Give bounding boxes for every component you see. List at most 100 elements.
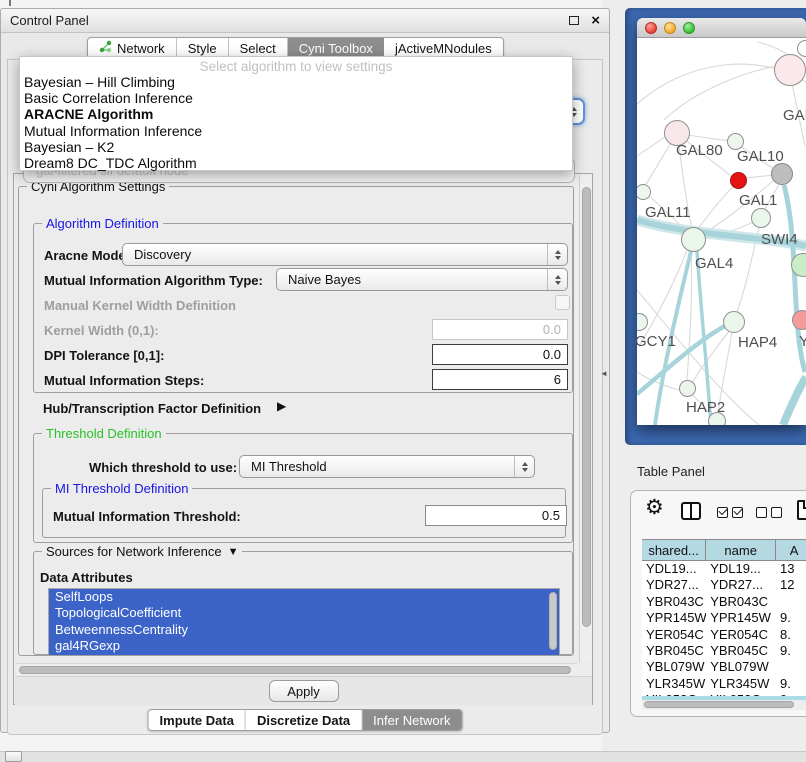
table-row[interactable]: YPR145W YPR145W 9.	[642, 610, 806, 626]
dpi-tolerance-value: 0.0	[543, 347, 561, 362]
which-threshold-combo[interactable]: MI Threshold	[239, 455, 535, 478]
mi-steps-field[interactable]: 6	[432, 369, 568, 390]
attribute-item-selected[interactable]: SelfLoops	[49, 589, 559, 605]
combo-spinner-icon	[514, 456, 534, 477]
zoom-traffic-light-icon[interactable]	[683, 22, 695, 34]
algorithm-dropdown-list: Select algorithm to view settings Bayesi…	[19, 56, 573, 171]
network-node-hap4[interactable]	[723, 311, 745, 333]
node-label: GAL1	[739, 192, 777, 209]
mi-threshold-field[interactable]: 0.5	[425, 505, 567, 526]
table-row[interactable]: YDR27... YDR27... 12	[642, 577, 806, 593]
cell: 13	[776, 561, 806, 577]
bottom-status-strip	[0, 751, 806, 762]
network-node-gal[interactable]	[774, 54, 806, 86]
manual-kernel-label: Manual Kernel Width Definition	[44, 298, 236, 313]
table-row[interactable]: YER054C YER054C 8.	[642, 627, 806, 643]
network-window[interactable]: GAL GAL80 GAL10 GAL1 GAL11 SWI4 GAL4 GCY…	[637, 18, 806, 425]
table-row[interactable]: YDL19... YDL19... 13	[642, 561, 806, 577]
tab-cyni-toolbox-label: Cyni Toolbox	[299, 41, 373, 56]
cell: YBR045C	[706, 643, 776, 659]
attribute-item-selected[interactable]: BetweennessCentrality	[49, 622, 559, 638]
kernel-width-value: 0.0	[543, 322, 561, 337]
sources-collapse-arrow-icon[interactable]: ▼	[228, 546, 239, 558]
cyni-settings-container: Cyni Algorithm Settings Algorithm Defini…	[13, 173, 593, 705]
threshold-definition-legend: Threshold Definition	[42, 426, 166, 441]
network-icon	[99, 40, 112, 56]
hub-expand-arrow-icon[interactable]: ▶	[277, 399, 286, 413]
table-hscroll-thumb[interactable]	[644, 701, 794, 708]
sources-legend: Sources for Network Inference ▼	[42, 544, 242, 559]
dropdown-option[interactable]: Bayesian – K2	[20, 139, 572, 155]
dropdown-option[interactable]: Basic Correlation Inference	[20, 90, 572, 106]
checked-checkbox-icon	[732, 507, 743, 518]
select-all-checkboxes-icon[interactable]	[717, 507, 743, 518]
settings-vscroll-thumb[interactable]	[582, 187, 591, 627]
cyni-algorithm-settings-group: Cyni Algorithm Settings Algorithm Defini…	[18, 186, 574, 656]
tab-impute-data[interactable]: Impute Data	[149, 710, 246, 730]
manual-kernel-checkbox[interactable]	[555, 295, 570, 310]
dropdown-option-selected[interactable]: ARACNE Algorithm	[20, 106, 572, 122]
combo-spinner-icon	[547, 244, 567, 265]
mi-algorithm-type-combo[interactable]: Naive Bayes	[276, 268, 568, 291]
table-row[interactable]: YBR045C YBR045C 9.	[642, 643, 806, 659]
network-canvas[interactable]: GAL GAL80 GAL10 GAL1 GAL11 SWI4 GAL4 GCY…	[637, 38, 806, 425]
settings-vertical-scrollbar[interactable]	[579, 175, 592, 662]
column-header-name[interactable]: name	[706, 540, 776, 560]
mi-algorithm-type-label: Mutual Information Algorithm Type:	[44, 273, 263, 288]
apply-button[interactable]: Apply	[269, 680, 339, 702]
close-icon[interactable]: ×	[591, 13, 600, 28]
float-window-icon[interactable]	[569, 16, 579, 25]
column-header-partial[interactable]: A	[776, 540, 806, 560]
table-panel-title: Table Panel	[637, 464, 705, 479]
attribute-item-selected[interactable]: gal4RGexp	[49, 638, 559, 654]
dpi-tolerance-field[interactable]: 0.0	[432, 344, 568, 365]
tab-cyni-toolbox[interactable]: Cyni Toolbox	[288, 38, 384, 58]
table-row[interactable]: YLR345W YLR345W 9.	[642, 676, 806, 692]
node-label: Y	[799, 333, 806, 350]
tab-discretize-data[interactable]: Discretize Data	[246, 710, 362, 730]
settings-horizontal-scrollbar[interactable]	[16, 663, 577, 675]
control-panel-titlebar: Control Panel ×	[1, 9, 609, 33]
node-label: GAL4	[695, 255, 733, 272]
table-header-row: shared... name A	[642, 539, 806, 561]
page-icon[interactable]	[797, 500, 806, 520]
table-row[interactable]: YBL079W YBL079W	[642, 659, 806, 675]
column-header-shared[interactable]: shared...	[642, 540, 706, 560]
tab-select[interactable]: Select	[229, 38, 288, 58]
network-node-swi4[interactable]	[751, 208, 771, 228]
cell	[776, 659, 806, 675]
deselect-all-checkboxes-icon[interactable]	[756, 507, 782, 518]
tab-jactivemnodules[interactable]: jActiveMNodules	[384, 38, 503, 58]
table-body: YDL19... YDL19... 13 YDR27... YDR27... 1…	[642, 561, 806, 696]
control-panel-window: Control Panel × Network Style Select Cyn…	[0, 8, 610, 733]
split-columns-icon[interactable]	[681, 502, 701, 520]
attribute-item-selected[interactable]: TopologicalCoefficient	[49, 605, 559, 621]
attributes-list-scrollbar[interactable]	[549, 592, 557, 650]
mi-threshold-definition-group: MI Threshold Definition Mutual Informati…	[42, 488, 566, 538]
gear-icon[interactable]: ⚙	[645, 495, 664, 520]
network-node-gal4[interactable]	[681, 227, 706, 252]
kernel-width-field[interactable]: 0.0	[432, 319, 568, 340]
split-pane-collapse-arrow-icon[interactable]: ◄	[600, 369, 608, 378]
which-threshold-label: Which threshold to use:	[89, 460, 237, 475]
dropdown-option[interactable]: Bayesian – Hill Climbing	[20, 74, 572, 90]
cell: 9.	[776, 643, 806, 659]
tab-infer-network[interactable]: Infer Network	[362, 710, 461, 730]
dropdown-option[interactable]: Mutual Information Inference	[20, 123, 572, 139]
minimize-traffic-light-icon[interactable]	[664, 22, 676, 34]
network-node-hap2[interactable]	[679, 380, 696, 397]
network-node-gal1[interactable]	[730, 172, 747, 189]
cell: 9.	[776, 610, 806, 626]
settings-hscroll-thumb[interactable]	[19, 666, 571, 674]
table-row[interactable]: YBR043C YBR043C	[642, 594, 806, 610]
mi-algorithm-type-value: Naive Bayes	[288, 272, 361, 287]
minimized-panel-button[interactable]	[5, 751, 22, 762]
table-horizontal-scrollbar[interactable]	[642, 700, 806, 710]
close-traffic-light-icon[interactable]	[645, 22, 657, 34]
aracne-mode-combo[interactable]: Discovery	[122, 243, 568, 266]
network-node[interactable]	[771, 163, 793, 185]
dropdown-option[interactable]: Dream8 DC_TDC Algorithm	[20, 155, 572, 171]
tab-network[interactable]: Network	[88, 38, 177, 58]
tab-style[interactable]: Style	[177, 38, 229, 58]
network-node-y[interactable]	[792, 310, 806, 330]
